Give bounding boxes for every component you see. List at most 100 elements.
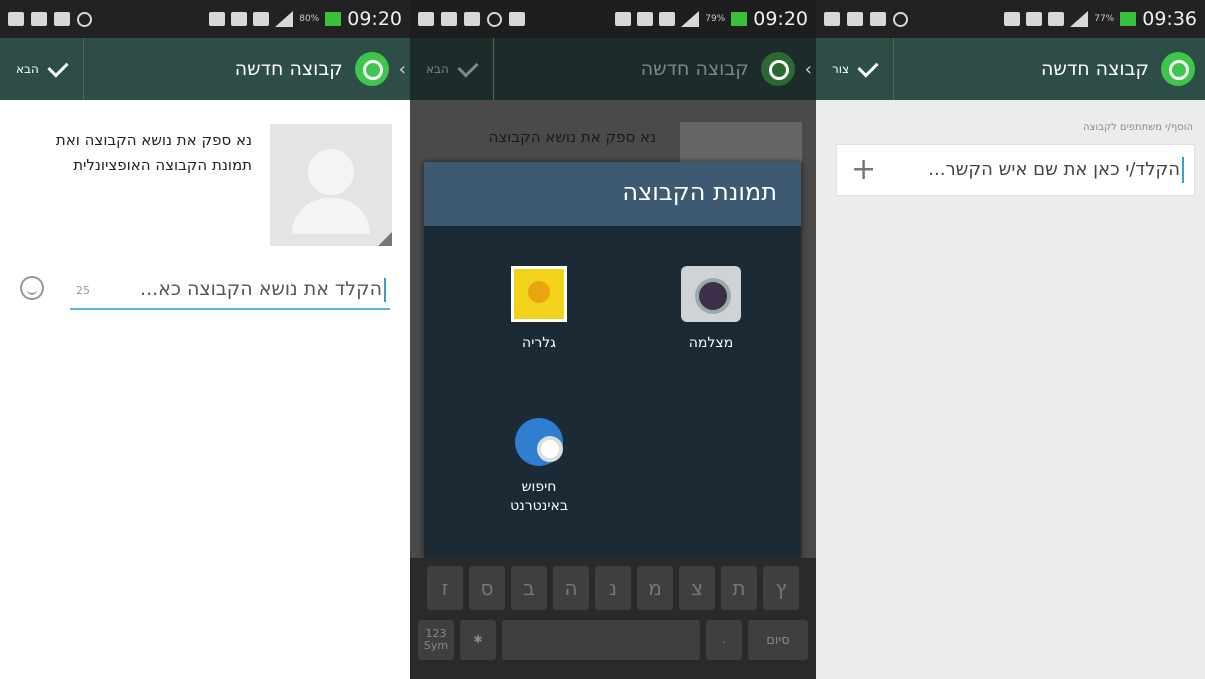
emoji-icon[interactable] — [20, 276, 44, 300]
group-photo-button[interactable] — [270, 124, 392, 246]
usb-icon — [464, 12, 480, 26]
next-button-label: הבא — [426, 62, 449, 76]
group-photo-dialog: תמונת הקבוצה מצלמה גלריה חיפוש באינטרנט — [424, 162, 801, 558]
key[interactable]: ס — [469, 566, 505, 610]
chevron-left-icon: ‹ — [804, 58, 812, 80]
battery-percent: 80% — [299, 14, 320, 24]
option-camera[interactable]: מצלמה — [646, 266, 776, 353]
page-title: קבוצה חדשה — [234, 58, 343, 80]
screen-group-photo-dialog: 79% 09:20 הבא קבוצה חדשה ‹ נא ספק את נוש… — [410, 0, 816, 679]
dimmed-instructions: נא ספק את נושא הקבוצה — [488, 128, 656, 146]
group-subject-input[interactable]: הקלד את נושא הקבוצה כא... 25 — [70, 272, 390, 310]
check-icon — [47, 56, 69, 78]
screen-new-group-subject: 80% 09:20 הבא קבוצה חדשה ‹ נא ספק את נוש… — [0, 0, 410, 679]
image-icon — [441, 12, 457, 26]
dialog-title: תמונת הקבוצה — [424, 162, 801, 226]
nfc-icon — [231, 12, 248, 26]
bluetooth-icon — [1004, 12, 1021, 26]
wifi-icon — [1048, 12, 1065, 26]
whatsapp-notification-icon — [77, 11, 92, 27]
check-icon — [857, 56, 879, 78]
keyboard: ץ ת צ מ נ ה ב ס ז 123 Sym ✱ . סיום — [410, 558, 816, 679]
next-button-label: הבא — [16, 62, 39, 76]
signal-icon — [275, 11, 294, 27]
message-icon — [418, 12, 434, 26]
sym-key[interactable]: 123 Sym — [418, 620, 454, 660]
next-button[interactable]: הבא — [0, 38, 84, 100]
nfc-icon — [637, 12, 654, 26]
action-bar: הבא קבוצה חדשה ‹ — [0, 38, 410, 100]
whatsapp-notification-icon — [487, 11, 502, 27]
clock: 09:20 — [753, 8, 808, 30]
avatar-placeholder-icon — [308, 149, 354, 195]
message-icon — [8, 12, 24, 26]
battery-icon — [731, 12, 748, 26]
screenshots-strip: 80% 09:20 הבא קבוצה חדשה ‹ נא ספק את נוש… — [0, 0, 1205, 679]
contact-placeholder: הקלד/י כאן את שם איש הקשר... — [928, 159, 1180, 180]
key[interactable]: צ — [679, 566, 715, 610]
battery-percent: 79% — [705, 14, 726, 24]
status-bar: 79% 09:20 — [410, 0, 816, 38]
text-cursor — [1182, 157, 1184, 183]
signal-icon — [681, 11, 700, 27]
clock: 09:36 — [1142, 8, 1197, 30]
message-icon — [824, 12, 840, 26]
action-bar: צור קבוצה חדשה — [816, 38, 1205, 100]
text-cursor — [384, 278, 386, 302]
clock: 09:20 — [347, 8, 402, 30]
battery-icon — [1120, 12, 1137, 26]
key[interactable]: ז — [427, 566, 463, 610]
option-gallery[interactable]: גלריה — [474, 266, 604, 353]
done-key[interactable]: סיום — [748, 620, 808, 660]
keyboard-row: ץ ת צ מ נ ה ב ס ז — [410, 566, 816, 610]
screen-add-participants: 77% 09:36 צור קבוצה חדשה הוסף/י משתתפים … — [816, 0, 1205, 679]
check-icon — [457, 56, 479, 78]
next-button: הבא — [410, 38, 494, 100]
dimmed-photo-box — [680, 122, 802, 162]
contact-name-input[interactable]: הקלד/י כאן את שם איש הקשר... + — [836, 144, 1195, 196]
usb-icon — [54, 12, 70, 26]
action-bar-dimmed: הבא קבוצה חדשה ‹ — [410, 38, 816, 100]
wifi-icon — [253, 12, 270, 26]
subject-placeholder: הקלד את נושא הקבוצה כא... — [140, 278, 382, 300]
page-title: קבוצה חדשה — [640, 58, 749, 80]
usb-icon — [870, 12, 886, 26]
wifi-icon — [659, 12, 676, 26]
chevron-left-icon[interactable]: ‹ — [399, 59, 406, 80]
whatsapp-icon — [760, 52, 795, 86]
battery-percent: 77% — [1094, 14, 1115, 24]
signal-icon — [1070, 11, 1089, 27]
key[interactable]: ת — [721, 566, 757, 610]
bluetooth-icon — [209, 12, 226, 26]
period-key[interactable]: . — [706, 620, 742, 660]
space-key[interactable] — [502, 620, 700, 660]
option-web-search-label: חיפוש באינטרנט — [510, 479, 568, 514]
key[interactable]: מ — [637, 566, 673, 610]
gallery-icon — [511, 266, 567, 322]
add-participants-label: הוסף/י משתתפים לקבוצה — [1083, 122, 1193, 133]
add-contact-icon[interactable]: + — [851, 153, 876, 187]
char-counter: 25 — [76, 284, 90, 297]
camera-icon — [681, 266, 741, 322]
key[interactable]: ה — [553, 566, 589, 610]
keyboard-icon — [509, 12, 525, 26]
page-title: קבוצה חדשה — [1040, 58, 1149, 80]
whatsapp-icon — [1161, 52, 1195, 86]
corner-indicator-icon — [378, 232, 392, 246]
bluetooth-icon — [615, 12, 632, 26]
web-search-icon — [515, 418, 563, 466]
instructions-text: נא ספק את נושא הקבוצה ואת תמונת הקבוצה ה… — [55, 131, 252, 174]
key[interactable]: ץ — [763, 566, 799, 610]
key[interactable]: נ — [595, 566, 631, 610]
option-gallery-label: גלריה — [522, 335, 556, 351]
settings-key-icon[interactable]: ✱ — [460, 620, 496, 660]
image-icon — [31, 12, 47, 26]
image-icon — [847, 12, 863, 26]
nfc-icon — [1026, 12, 1043, 26]
key[interactable]: ב — [511, 566, 547, 610]
create-button[interactable]: צור — [816, 38, 895, 100]
option-web-search[interactable]: חיפוש באינטרנט — [474, 418, 604, 516]
whatsapp-notification-icon — [893, 11, 908, 27]
create-button-label: צור — [832, 62, 850, 76]
whatsapp-icon — [354, 52, 389, 86]
